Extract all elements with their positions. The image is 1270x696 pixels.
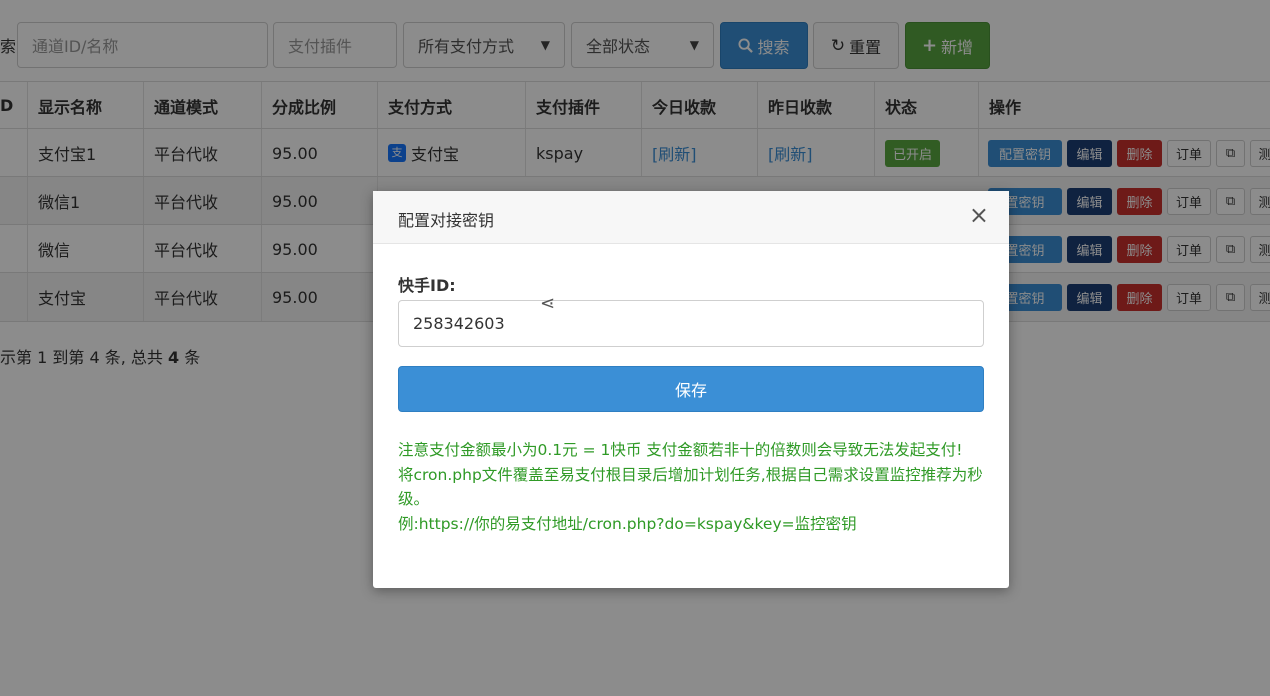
modal-header: 配置对接密钥 × bbox=[373, 191, 1009, 244]
close-icon[interactable]: × bbox=[969, 203, 989, 227]
note-line: 注意支付金额最小为0.1元 = 1快币 支付金额若非十的倍数则会导致无法发起支付… bbox=[398, 441, 963, 459]
kuaishou-id-label: 快手ID: bbox=[398, 276, 456, 295]
modal-notes: 注意支付金额最小为0.1元 = 1快币 支付金额若非十的倍数则会导致无法发起支付… bbox=[398, 438, 988, 536]
text-cursor-icon: ⋖ bbox=[540, 293, 556, 314]
kuaishou-id-input[interactable]: 258342603 bbox=[398, 300, 984, 347]
config-key-modal: 配置对接密钥 × 快手ID: 258342603 ⋖ 保存 注意支付金额最小为0… bbox=[373, 191, 1009, 588]
note-line: 例:https://你的易支付地址/cron.php?do=kspay&key=… bbox=[398, 514, 857, 533]
save-button[interactable]: 保存 bbox=[398, 366, 984, 412]
modal-title: 配置对接密钥 bbox=[398, 211, 495, 230]
note-line: 将cron.php文件覆盖至易支付根目录后增加计划任务,根据自己需求设置监控推荐… bbox=[398, 465, 983, 509]
